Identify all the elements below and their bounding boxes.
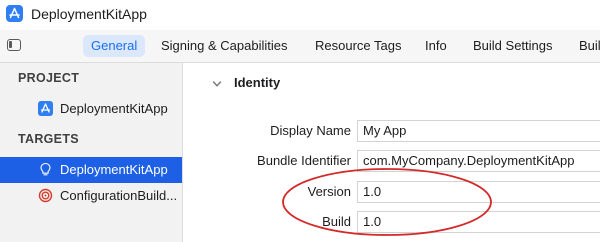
sidebar-item-target-configuration[interactable]: ConfigurationBuild... — [0, 183, 182, 209]
tab-general[interactable]: General — [83, 35, 146, 57]
target-icon — [38, 188, 53, 203]
editor-tab-bar: General Signing & Capabilities Resource … — [0, 30, 600, 63]
sidebar-item-label: DeploymentKitApp — [60, 101, 168, 116]
identity-section-title: Identity — [234, 75, 281, 90]
project-section-header: PROJECT — [18, 71, 80, 85]
annotation-ellipse — [282, 168, 492, 236]
tab-signing-capabilities[interactable]: Signing & Capabilities — [161, 35, 287, 57]
tab-resource-tags[interactable]: Resource Tags — [315, 35, 401, 57]
tab-info[interactable]: Info — [425, 35, 447, 57]
sidebar-toggle-icon[interactable] — [7, 39, 21, 51]
sidebar-item-label: DeploymentKitApp — [60, 162, 168, 177]
lightbulb-icon — [38, 162, 53, 177]
sidebar-item-target-app[interactable]: DeploymentKitApp — [0, 157, 182, 183]
display-name-field[interactable]: My App — [357, 120, 600, 142]
window-title: DeploymentKitApp — [31, 6, 147, 22]
sidebar-item-project[interactable]: DeploymentKitApp — [0, 96, 182, 122]
title-bar: DeploymentKitApp — [0, 0, 600, 30]
sidebar-item-label: ConfigurationBuild... — [60, 188, 178, 203]
targets-section-header: TARGETS — [18, 132, 79, 146]
display-name-label: Display Name — [270, 123, 351, 138]
chevron-down-icon[interactable] — [211, 78, 223, 90]
tab-build-settings[interactable]: Build Settings — [473, 35, 553, 57]
app-store-icon — [38, 101, 53, 116]
tab-build-phases[interactable]: Buil — [579, 35, 600, 57]
app-store-icon — [6, 5, 23, 22]
project-navigator: PROJECT DeploymentKitApp TARGETS Deploym… — [0, 63, 183, 242]
